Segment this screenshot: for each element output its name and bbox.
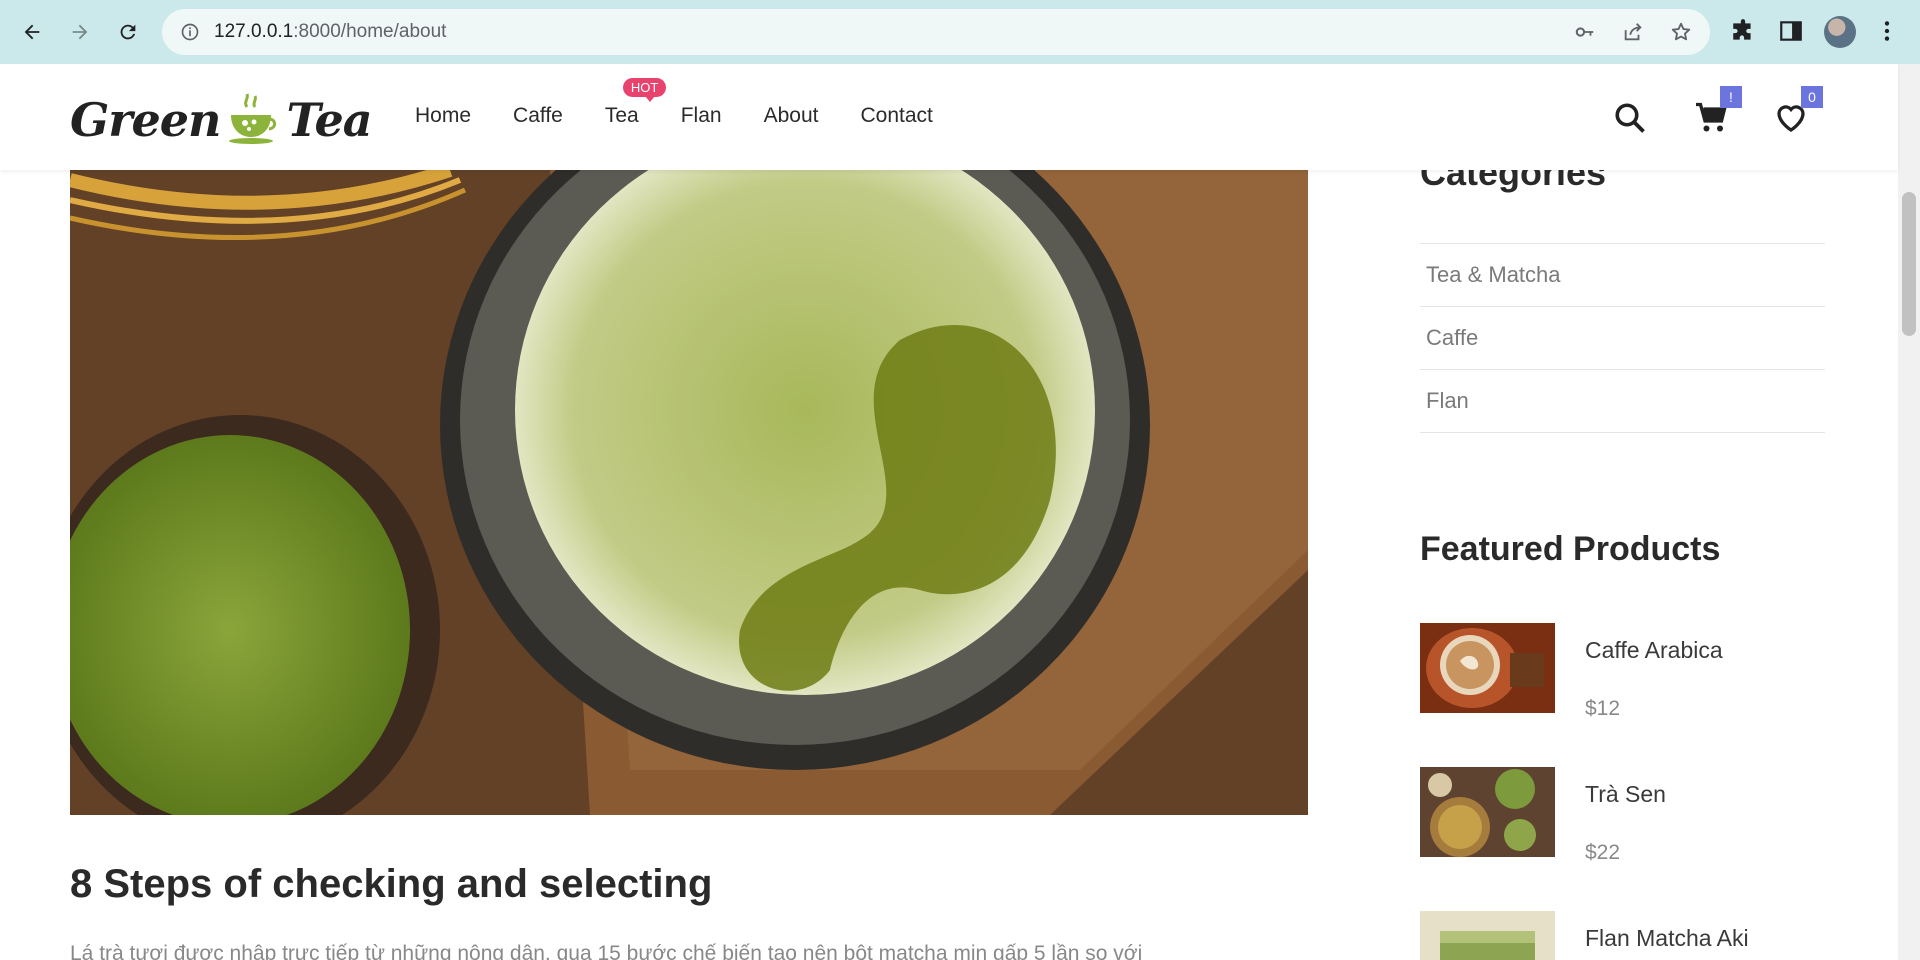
nav-caffe[interactable]: Caffe xyxy=(513,104,563,128)
url-text[interactable]: 127.0.0.1:8000/home/about xyxy=(214,21,446,43)
forward-button[interactable] xyxy=(62,14,98,50)
category-item[interactable]: Flan xyxy=(1420,370,1825,433)
brand-logo[interactable]: Green Tea xyxy=(70,88,373,152)
nav-about[interactable]: About xyxy=(764,104,819,128)
featured-product-card[interactable]: Caffe Arabica $12 xyxy=(1420,623,1825,720)
category-list: Tea & Matcha Caffe Flan xyxy=(1420,243,1825,433)
logo-word-green: Green xyxy=(70,93,221,147)
hot-badge: HOT xyxy=(622,78,667,102)
nav-tea[interactable]: Tea HOT xyxy=(604,78,667,128)
logo-word-tea: Tea xyxy=(286,93,373,147)
forward-arrow-icon xyxy=(72,24,88,40)
kebab-menu-icon[interactable] xyxy=(1874,18,1900,44)
teacup-icon xyxy=(228,93,276,144)
main-nav: Home Caffe Tea HOT Flan About Contact xyxy=(415,78,975,128)
reload-icon xyxy=(120,24,136,40)
url-path: :8000/home/about xyxy=(293,21,447,42)
category-item[interactable]: Tea & Matcha xyxy=(1420,244,1825,307)
wishlist-count-badge: 0 xyxy=(1801,86,1823,108)
featured-product-card[interactable]: Flan Matcha Aki xyxy=(1420,911,1825,960)
product-name[interactable]: Trà Sen xyxy=(1585,781,1666,808)
browser-toolbar: 127.0.0.1:8000/home/about xyxy=(0,0,1920,64)
featured-product-card[interactable]: Trà Sen $22 xyxy=(1420,767,1825,864)
article-intro-text: Lá trà tươi được nhập trực tiếp từ những… xyxy=(70,942,1143,960)
key-icon[interactable] xyxy=(1574,21,1596,43)
url-host: 127.0.0.1 xyxy=(214,21,294,42)
cart-count-badge: ! xyxy=(1720,86,1742,108)
site-info-icon[interactable] xyxy=(180,22,200,42)
reload-button[interactable] xyxy=(110,14,146,50)
product-name[interactable]: Flan Matcha Aki xyxy=(1585,925,1749,952)
nav-home[interactable]: Home xyxy=(415,104,471,128)
article-title: 8 Steps of checking and selecting xyxy=(70,862,713,906)
scrollbar-thumb[interactable] xyxy=(1902,192,1916,336)
category-item[interactable]: Caffe xyxy=(1420,307,1825,370)
article-hero-image xyxy=(70,170,1308,815)
search-icon[interactable] xyxy=(1612,100,1648,136)
product-name[interactable]: Caffe Arabica xyxy=(1585,637,1723,664)
back-arrow-icon xyxy=(24,24,40,40)
product-price: $22 xyxy=(1585,841,1621,864)
nav-flan[interactable]: Flan xyxy=(681,104,722,128)
bookmark-star-icon[interactable] xyxy=(1670,21,1692,43)
nav-tea-label: Tea xyxy=(604,104,639,127)
nav-contact[interactable]: Contact xyxy=(860,104,932,128)
profile-avatar[interactable] xyxy=(1824,16,1856,48)
site-header: Green Tea Home Caffe Tea HOT Flan About … xyxy=(0,64,1898,170)
featured-products-heading: Featured Products xyxy=(1420,530,1721,568)
side-panel-icon[interactable] xyxy=(1778,18,1804,44)
share-icon[interactable] xyxy=(1622,21,1644,43)
back-button[interactable] xyxy=(14,14,50,50)
product-thumbnail[interactable] xyxy=(1420,767,1555,857)
extensions-puzzle-icon[interactable] xyxy=(1730,18,1756,44)
product-price: $12 xyxy=(1585,697,1621,720)
product-thumbnail[interactable] xyxy=(1420,911,1555,960)
page-scrollbar[interactable] xyxy=(1898,64,1920,960)
product-thumbnail[interactable] xyxy=(1420,623,1555,713)
address-bar[interactable]: 127.0.0.1:8000/home/about xyxy=(162,9,1710,55)
